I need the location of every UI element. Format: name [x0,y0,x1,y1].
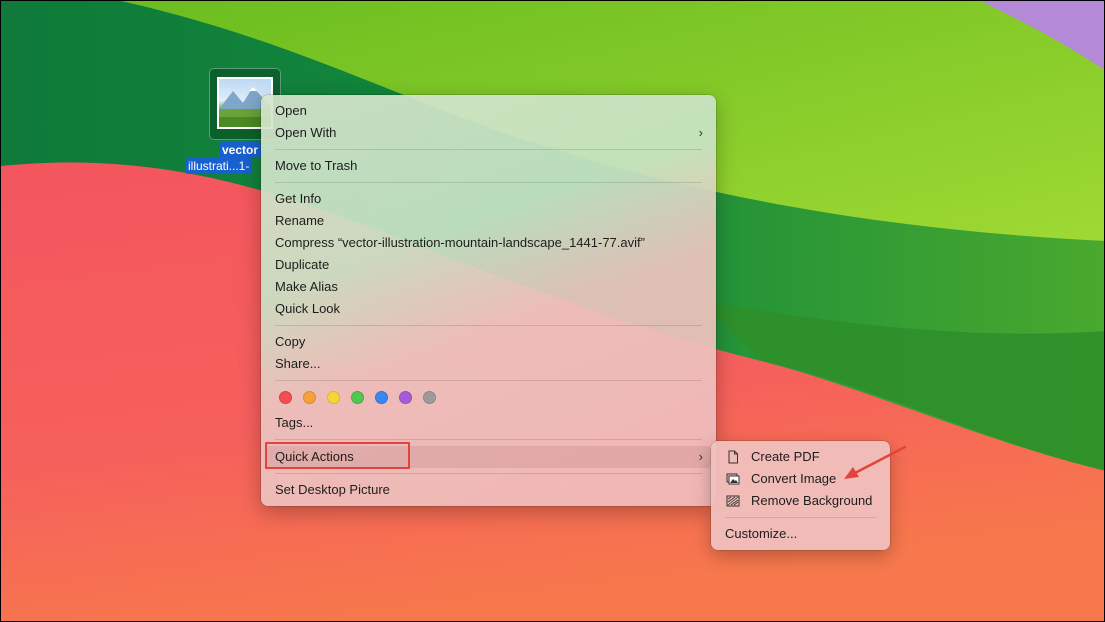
tag-blue-dot[interactable] [375,391,388,404]
tag-purple-dot[interactable] [399,391,412,404]
menu-item-label: Share... [275,356,321,371]
menu-item-label: Get Info [275,191,322,206]
menu-separator [275,149,702,150]
tag-yellow-dot[interactable] [327,391,340,404]
chevron-right-icon: › [698,449,703,464]
quick-actions-highlight-box [265,442,410,469]
menu-item-label: Open With [275,125,337,140]
menu-item-label: Compress “vector-illustration-mountain-l… [275,235,645,250]
tag-red-dot[interactable] [279,391,292,404]
photo-convert-icon [726,473,740,485]
menu-separator [275,439,702,440]
menu-item-label: Quick Look [275,301,341,316]
tag-green-dot[interactable] [351,391,364,404]
menu-item-label: Tags... [275,415,314,430]
menu-item-open-with[interactable]: Open With › [266,122,711,144]
chevron-right-icon: › [698,125,703,140]
menu-separator [275,473,702,474]
menu-item-move-to-trash[interactable]: Move to Trash [266,155,711,177]
menu-separator [275,380,702,381]
submenu-item-label: Customize... [725,526,798,541]
desktop: vector illustrati...1- Open Open With › M… [0,0,1105,622]
menu-item-label: Make Alias [275,279,338,294]
submenu-item-convert-image[interactable]: Convert Image [716,468,885,490]
menu-item-copy[interactable]: Copy [266,331,711,353]
menu-item-quick-look[interactable]: Quick Look [266,298,711,320]
submenu-item-customize[interactable]: Customize... [716,523,885,545]
submenu-separator [725,517,876,518]
menu-separator [275,182,702,183]
desktop-file-name-line1[interactable]: vector [219,142,262,158]
desktop-file-name-line2[interactable]: illustrati...1- [185,158,253,174]
menu-item-label: Duplicate [275,257,330,272]
submenu-item-remove-background[interactable]: Remove Background [716,490,885,512]
document-icon [728,450,738,464]
menu-item-compress[interactable]: Compress “vector-illustration-mountain-l… [266,232,711,254]
menu-item-duplicate[interactable]: Duplicate [266,254,711,276]
menu-item-label: Set Desktop Picture [275,482,390,497]
submenu-item-create-pdf[interactable]: Create PDF [716,446,885,468]
menu-item-set-desktop-picture[interactable]: Set Desktop Picture [266,479,711,501]
menu-item-label: Move to Trash [275,158,358,173]
submenu-item-label: Remove Background [751,493,873,508]
menu-item-label: Rename [275,213,325,228]
menu-item-tags[interactable]: Tags... [266,412,711,434]
tag-orange-dot[interactable] [303,391,316,404]
remove-background-icon [726,495,740,507]
menu-item-get-info[interactable]: Get Info [266,188,711,210]
menu-item-share[interactable]: Share... [266,353,711,375]
quick-actions-submenu: Create PDF Convert Image Remove Backgrou… [711,441,890,550]
menu-item-rename[interactable]: Rename [266,210,711,232]
submenu-item-label: Create PDF [751,449,820,464]
menu-item-label: Open [275,103,307,118]
menu-item-make-alias[interactable]: Make Alias [266,276,711,298]
tag-gray-dot[interactable] [423,391,436,404]
menu-separator [275,325,702,326]
menu-item-label: Copy [275,334,306,349]
menu-item-open[interactable]: Open [266,100,711,122]
submenu-item-label: Convert Image [751,471,837,486]
